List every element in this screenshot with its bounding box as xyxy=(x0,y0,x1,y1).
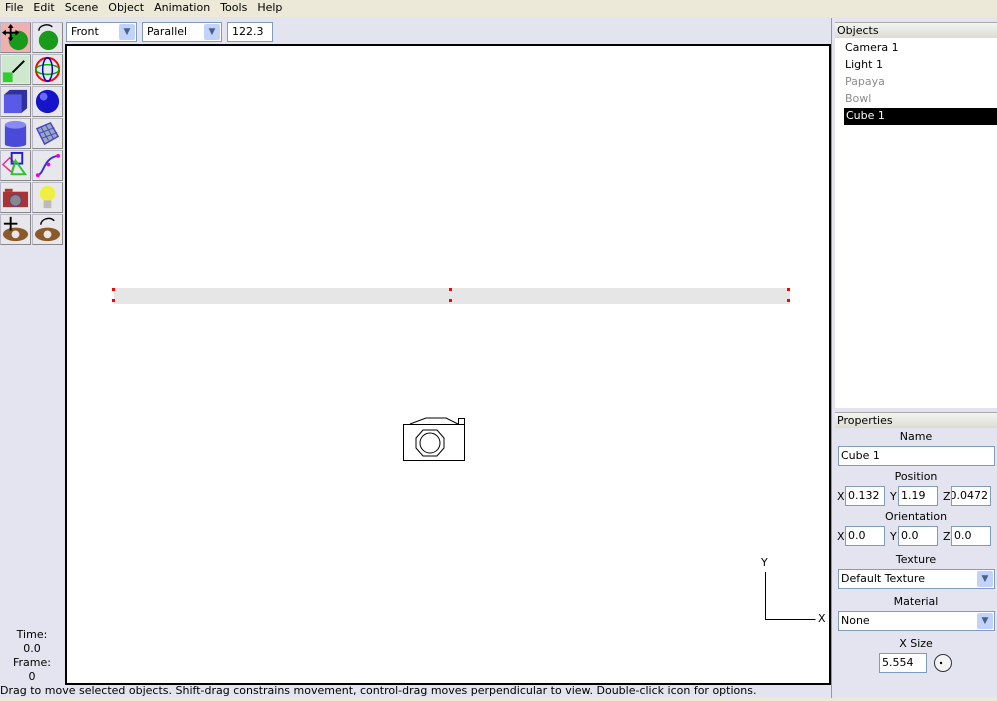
texture-value: Default Texture xyxy=(841,572,925,585)
x-label: X xyxy=(837,529,845,543)
scale-icon xyxy=(1,55,30,84)
material-value: None xyxy=(841,614,870,627)
time-info: Time: 0.0 Frame: 0 xyxy=(0,628,64,684)
cube-tool[interactable] xyxy=(0,86,31,117)
light-tool[interactable] xyxy=(32,182,63,213)
chevron-down-icon: ▼ xyxy=(977,613,993,629)
name-field[interactable]: Cube 1 xyxy=(838,446,995,466)
z-label: Z xyxy=(943,529,951,543)
xsize-label: X Size xyxy=(899,637,933,650)
object-item[interactable]: Camera 1 xyxy=(835,40,997,57)
objects-panel: Objects Camera 1 Light 1 Papaya Bowl Cub… xyxy=(835,22,997,408)
viewport-canvas[interactable]: Y X xyxy=(65,44,831,685)
curve-icon xyxy=(35,153,61,178)
y-label: Y xyxy=(890,529,897,543)
bottom-strip xyxy=(0,697,997,701)
frame-value: 0 xyxy=(28,670,36,683)
cylinder-icon xyxy=(4,120,27,148)
move-view-tool[interactable] xyxy=(0,214,31,245)
camera-icon xyxy=(2,188,29,208)
time-value: 0.0 xyxy=(23,642,41,655)
light-icon xyxy=(39,185,56,209)
xsize-dial-icon[interactable] xyxy=(933,653,953,673)
camera-object[interactable] xyxy=(403,417,465,461)
rotate-icon xyxy=(38,24,59,51)
properties-header: Properties xyxy=(835,412,997,428)
menu-tools[interactable]: Tools xyxy=(215,0,252,17)
object-list: Camera 1 Light 1 Papaya Bowl Cube 1 xyxy=(835,38,997,408)
polygon-icon xyxy=(1,151,28,176)
z-label: Z xyxy=(943,489,951,503)
menu-file[interactable]: File xyxy=(0,0,28,17)
menu-animation[interactable]: Animation xyxy=(149,0,215,17)
cylinder-tool[interactable] xyxy=(0,118,31,149)
object-item-selected[interactable]: Cube 1 xyxy=(844,108,997,125)
objects-header: Objects xyxy=(835,22,997,38)
transform-icon xyxy=(34,56,61,83)
orientation-y-field[interactable]: 0.0 xyxy=(898,526,938,546)
texture-select[interactable]: Default Texture ▼ xyxy=(838,569,995,589)
position-row: X 0.132 Y 1.19 Z 0.0472 xyxy=(835,486,997,506)
polymesh-icon xyxy=(35,121,60,146)
view-select[interactable]: Front ▼ xyxy=(66,22,137,42)
position-label: Position xyxy=(894,470,938,483)
move-icon xyxy=(1,23,29,51)
scale-input[interactable]: 122.3 xyxy=(227,22,273,42)
transform-tool[interactable] xyxy=(32,54,63,85)
menu-edit[interactable]: Edit xyxy=(28,0,59,17)
orientation-row: X 0.0 Y 0.0 Z 0.0 xyxy=(835,526,997,546)
time-label: Time: xyxy=(16,628,48,641)
view-value: Front xyxy=(71,25,99,38)
axis-indicator xyxy=(765,572,816,620)
projection-select[interactable]: Parallel ▼ xyxy=(142,22,222,42)
rotate-tool[interactable] xyxy=(32,22,63,53)
orientation-z-field[interactable]: 0.0 xyxy=(951,526,991,546)
x-label: X xyxy=(837,489,845,503)
sphere-tool[interactable] xyxy=(32,86,63,117)
camera-tool[interactable] xyxy=(0,182,31,213)
polymesh-tool[interactable] xyxy=(32,118,63,149)
position-y-field[interactable]: 1.19 xyxy=(898,486,938,506)
properties-panel: Properties Name Cube 1 Position X 0.132 Y… xyxy=(835,412,997,697)
menu-help[interactable]: Help xyxy=(252,0,287,17)
name-label: Name xyxy=(899,430,933,443)
curve-tool[interactable] xyxy=(32,150,63,181)
position-z-field[interactable]: 0.0472 xyxy=(951,486,991,506)
sphere-icon xyxy=(35,89,60,114)
position-x-field[interactable]: 0.132 xyxy=(845,486,885,506)
rotate-view-tool[interactable] xyxy=(32,214,63,245)
object-item[interactable]: Light 1 xyxy=(835,57,997,74)
menu-object[interactable]: Object xyxy=(103,0,149,17)
chevron-down-icon: ▼ xyxy=(977,571,993,587)
orientation-x-field[interactable]: 0.0 xyxy=(845,526,885,546)
cube-icon xyxy=(3,89,28,114)
texture-label: Texture xyxy=(895,553,937,566)
y-label: Y xyxy=(890,489,897,503)
polygon-tool[interactable] xyxy=(0,150,31,181)
scale-tool[interactable] xyxy=(0,54,31,85)
material-label: Material xyxy=(893,595,939,608)
axis-y-label: Y xyxy=(761,556,768,569)
xsize-field[interactable]: 5.554 xyxy=(879,653,927,673)
object-item[interactable]: Papaya xyxy=(835,74,997,91)
projection-value: Parallel xyxy=(147,25,188,38)
menu-scene[interactable]: Scene xyxy=(60,0,104,17)
orientation-label: Orientation xyxy=(884,510,948,523)
move-tool[interactable] xyxy=(0,22,31,53)
status-bar: Drag to move selected objects. Shift-dra… xyxy=(0,684,757,697)
frame-label: Frame: xyxy=(13,656,51,669)
chevron-down-icon: ▼ xyxy=(119,24,135,40)
menu-bar: File Edit Scene Object Animation Tools H… xyxy=(0,0,997,17)
material-select[interactable]: None ▼ xyxy=(838,611,995,631)
axis-x-label: X xyxy=(818,612,826,625)
chevron-down-icon: ▼ xyxy=(204,24,220,40)
scene-drawing xyxy=(112,288,816,620)
object-item[interactable]: Bowl xyxy=(835,91,997,108)
rotate-view-icon xyxy=(34,217,61,242)
move-view-icon xyxy=(2,216,29,242)
